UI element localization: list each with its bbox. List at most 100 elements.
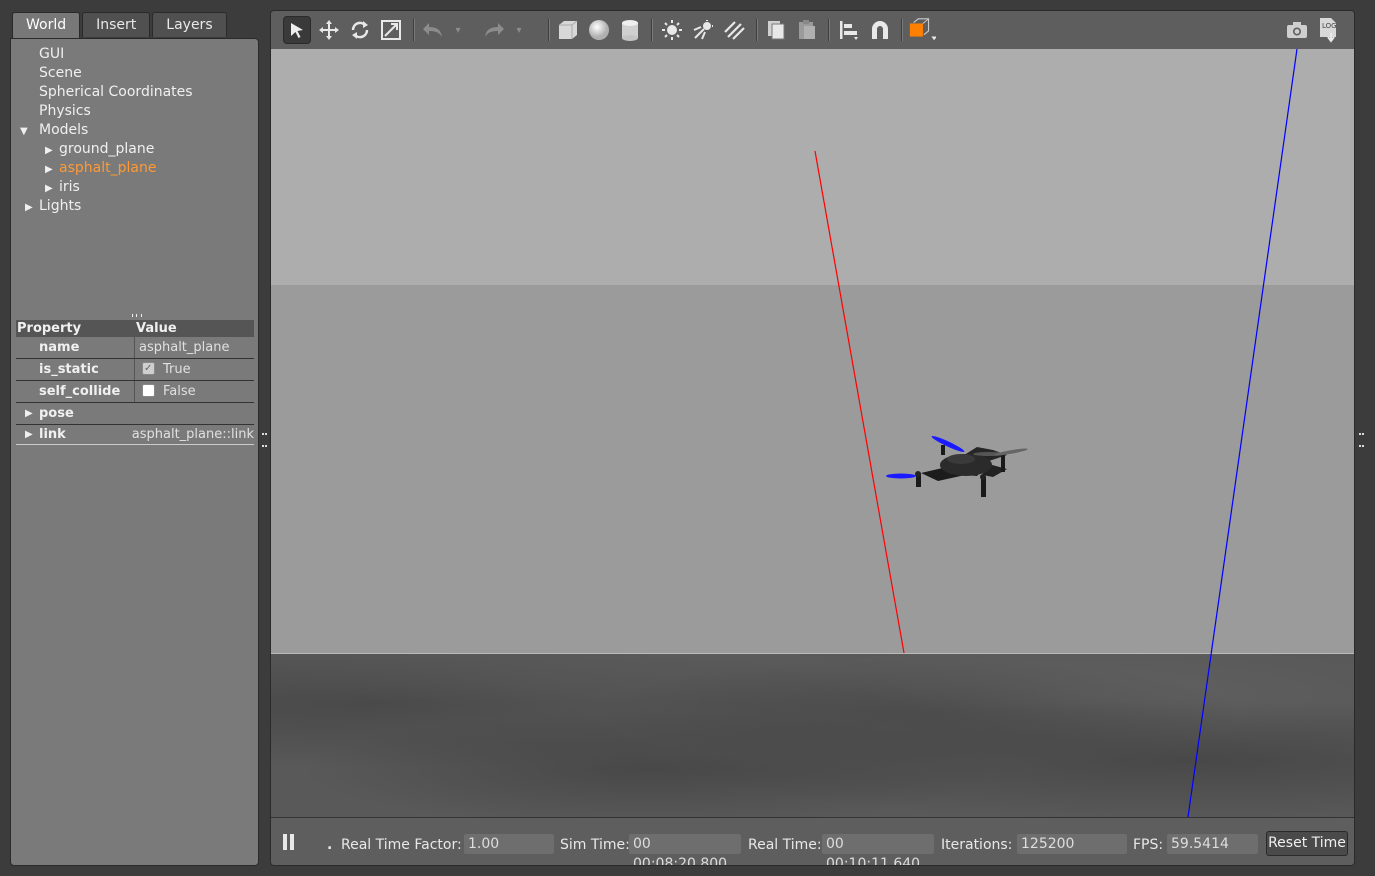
iris-drone-model[interactable] — [886, 434, 1028, 497]
tree-item-gui[interactable]: GUI — [39, 45, 64, 64]
tree-item-iris[interactable]: ▶ iris — [45, 178, 80, 197]
tab-world[interactable]: World — [12, 12, 81, 39]
tree-item-label: GUI — [39, 46, 65, 62]
rotate-mode-button[interactable] — [346, 16, 374, 44]
tree-item-lights[interactable]: ▶ Lights — [25, 197, 81, 216]
screenshot-icon — [1287, 22, 1307, 38]
fps-value: 59.5414 — [1167, 834, 1258, 854]
real-time-factor-value: 1.00 — [464, 834, 554, 854]
undo-history-dropdown[interactable]: ▾ — [451, 16, 465, 44]
property-value: False — [163, 384, 196, 399]
collapsed-arrow-icon[interactable]: ▶ — [45, 141, 59, 160]
insert-box-button[interactable] — [554, 16, 582, 44]
pause-button[interactable] — [282, 834, 296, 850]
log-button[interactable]: LOG — [1315, 16, 1343, 44]
step-button[interactable]: . — [327, 834, 332, 856]
3d-viewport[interactable] — [271, 49, 1354, 817]
copy-button[interactable] — [762, 16, 790, 44]
splitter-handle[interactable] — [132, 314, 142, 317]
real-time-value: 00 00:10:11.640 — [822, 834, 934, 865]
scene-toolbar: ▾ ▾ LOG — [271, 11, 1354, 50]
tree-item-asphalt-plane[interactable]: ▶ asphalt_plane — [45, 159, 156, 178]
insert-spot-light-button[interactable] — [689, 16, 717, 44]
collapsed-arrow-icon[interactable]: ▶ — [25, 198, 39, 217]
paste-button[interactable] — [793, 16, 821, 44]
redo-icon — [485, 23, 504, 37]
property-key: name — [16, 337, 135, 358]
tab-layers[interactable]: Layers — [152, 12, 227, 37]
expanded-arrow-icon[interactable]: ▼ — [20, 122, 39, 141]
tree-item-scene[interactable]: Scene — [39, 64, 82, 83]
scale-mode-button[interactable] — [377, 16, 405, 44]
property-value[interactable]: asphalt_plane::link — [128, 425, 254, 444]
property-row-link[interactable]: ▶ link asphalt_plane::link — [16, 425, 254, 445]
iterations-label: Iterations: — [941, 837, 1013, 853]
world-panel: GUI Scene Spherical Coordinates Physics … — [10, 38, 259, 866]
snap-icon — [872, 21, 888, 39]
scene-view: ▾ ▾ LOG . Real Time Factor: 1.00 Sim Tim… — [270, 10, 1355, 866]
tree-item-label: Models — [39, 122, 89, 138]
insert-sphere-button[interactable] — [585, 16, 613, 44]
select-arrow-icon — [291, 23, 303, 38]
chevron-down-icon: ▾ — [455, 24, 461, 36]
left-panel-tabs: World Insert Layers — [12, 12, 229, 39]
select-mode-button[interactable] — [283, 16, 311, 44]
is-static-checkbox[interactable] — [142, 358, 155, 379]
tree-item-models[interactable]: ▼ Models — [20, 121, 88, 140]
redo-history-dropdown[interactable]: ▾ — [512, 16, 526, 44]
align-button[interactable] — [835, 16, 863, 44]
tree-item-ground-plane[interactable]: ▶ ground_plane — [45, 140, 154, 159]
collapsed-arrow-icon[interactable]: ▶ — [25, 425, 33, 444]
view-angle-button[interactable] — [908, 16, 936, 44]
collapsed-arrow-icon[interactable]: ▶ — [25, 403, 33, 424]
tree-item-label: ground_plane — [59, 141, 155, 157]
insert-point-light-button[interactable] — [658, 16, 686, 44]
insert-directional-light-button[interactable] — [720, 16, 748, 44]
svg-text:LOG: LOG — [1322, 22, 1337, 30]
tree-item-label: asphalt_plane — [59, 160, 157, 176]
view-angle-icon — [909, 18, 936, 41]
property-table-header: Property Value — [16, 320, 254, 337]
left-panel-resize-handle[interactable] — [262, 433, 265, 447]
status-bar: . Real Time Factor: 1.00 Sim Time: 00 00… — [271, 817, 1354, 865]
right-panel-resize-handle[interactable] — [1359, 433, 1362, 447]
property-value: True — [163, 362, 191, 377]
directional-light-icon — [724, 21, 745, 40]
collapsed-arrow-icon[interactable]: ▶ — [45, 160, 59, 179]
fps-label: FPS: — [1133, 837, 1164, 853]
chevron-down-icon: ▾ — [516, 24, 522, 36]
box-icon — [559, 20, 578, 39]
scale-icon — [381, 20, 401, 40]
cylinder-icon — [622, 20, 638, 41]
log-icon: LOG — [1320, 18, 1337, 43]
property-row-name[interactable]: name asphalt_plane — [16, 337, 254, 359]
collapsed-arrow-icon[interactable]: ▶ — [45, 179, 59, 198]
self-collide-checkbox[interactable] — [142, 384, 155, 397]
property-key: self_collide — [16, 381, 135, 402]
reset-time-button[interactable]: Reset Time — [1266, 831, 1348, 856]
tree-item-spherical-coordinates[interactable]: Spherical Coordinates — [39, 83, 193, 102]
translate-mode-button[interactable] — [315, 16, 343, 44]
property-key: link — [39, 427, 66, 442]
property-table: Property Value name asphalt_plane is_sta… — [16, 320, 254, 445]
property-row-pose[interactable]: ▶ pose — [16, 403, 254, 425]
redo-button[interactable] — [480, 16, 508, 44]
tree-item-physics[interactable]: Physics — [39, 102, 91, 121]
sim-time-label: Sim Time: — [560, 837, 630, 853]
snap-button[interactable] — [866, 16, 894, 44]
property-row-is-static[interactable]: is_static True — [16, 358, 254, 381]
undo-icon — [423, 23, 442, 37]
sphere-icon — [589, 20, 609, 40]
property-key: pose — [39, 406, 74, 421]
insert-cylinder-button[interactable] — [616, 16, 644, 44]
align-icon — [840, 21, 858, 40]
x-axis-line — [814, 150, 905, 654]
screenshot-button[interactable] — [1283, 16, 1311, 44]
point-light-icon — [662, 20, 682, 40]
copy-icon — [768, 21, 785, 40]
tab-insert[interactable]: Insert — [82, 12, 151, 37]
property-value[interactable]: asphalt_plane — [135, 337, 254, 358]
property-row-self-collide[interactable]: self_collide False — [16, 381, 254, 403]
tree-item-label: Lights — [39, 198, 82, 214]
undo-button[interactable] — [419, 16, 447, 44]
